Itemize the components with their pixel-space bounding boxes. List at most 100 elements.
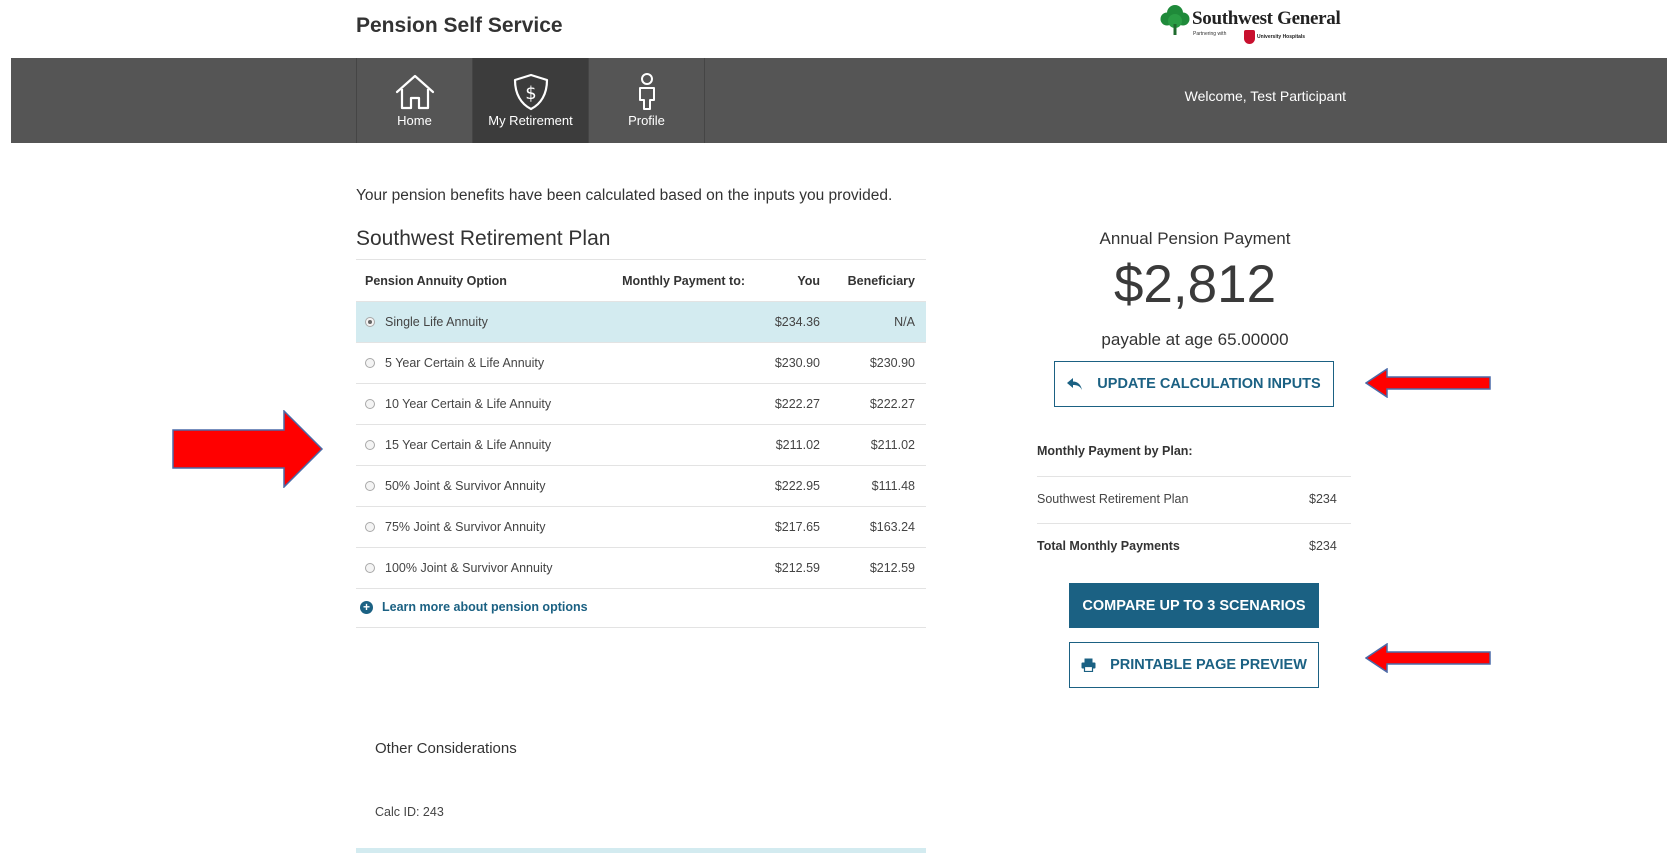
- logo-partner-text: Partnering with: [1193, 31, 1227, 37]
- beneficiary-cell: $212.59: [831, 547, 926, 589]
- option-cell[interactable]: Single Life Annuity: [356, 301, 593, 343]
- beneficiary-cell: $230.90: [831, 342, 926, 384]
- empty-cell: [592, 506, 756, 548]
- divider: [1037, 476, 1351, 477]
- nav-home-label: Home: [397, 113, 432, 128]
- plan-title: Southwest Retirement Plan: [356, 227, 611, 250]
- option-cell[interactable]: 5 Year Certain & Life Annuity: [356, 342, 593, 384]
- option-label: 75% Joint & Survivor Annuity: [385, 520, 546, 534]
- nav-my-retirement[interactable]: $ My Retirement: [472, 58, 588, 143]
- svg-text:$: $: [525, 83, 536, 104]
- table-row[interactable]: 5 Year Certain & Life Annuity $230.90 $2…: [356, 342, 926, 384]
- nav-profile[interactable]: Profile: [588, 58, 705, 143]
- nav-home[interactable]: Home: [356, 58, 472, 143]
- learn-more-label: Learn more about pension options: [382, 600, 588, 614]
- option-cell[interactable]: 10 Year Certain & Life Annuity: [356, 383, 593, 425]
- plan-row-value: $234: [1309, 492, 1337, 506]
- southwest-general-logo: Southwest General Partnering with Univer…: [1160, 4, 1350, 48]
- annuity-options-table: Pension Annuity Option Monthly Payment t…: [356, 259, 926, 589]
- option-label: 5 Year Certain & Life Annuity: [385, 356, 545, 370]
- you-cell: $230.90: [756, 342, 831, 384]
- annual-payment-label: Annual Pension Payment: [1099, 229, 1291, 248]
- radio-button[interactable]: [365, 522, 375, 532]
- update-button-label: UPDATE CALCULATION INPUTS: [1097, 376, 1321, 392]
- learn-more-link[interactable]: + Learn more about pension options: [360, 600, 588, 614]
- divider: [356, 627, 926, 628]
- printable-page-preview-button[interactable]: PRINTABLE PAGE PREVIEW: [1069, 642, 1319, 688]
- option-label: 50% Joint & Survivor Annuity: [385, 479, 546, 493]
- option-label: 10 Year Certain & Life Annuity: [385, 397, 552, 411]
- compare-scenarios-button[interactable]: COMPARE UP TO 3 SCENARIOS: [1069, 583, 1319, 628]
- option-cell[interactable]: 50% Joint & Survivor Annuity: [356, 465, 593, 507]
- printer-icon: [1081, 658, 1096, 672]
- option-label: 100% Joint & Survivor Annuity: [385, 561, 553, 575]
- radio-button[interactable]: [365, 563, 375, 573]
- nav-my-retirement-label: My Retirement: [488, 113, 573, 128]
- tree-logo-icon: [1160, 5, 1190, 35]
- table-row[interactable]: 75% Joint & Survivor Annuity $217.65 $16…: [356, 506, 926, 548]
- you-cell: $222.95: [756, 465, 831, 507]
- nav-profile-label: Profile: [628, 113, 665, 128]
- header-you: You: [756, 259, 831, 302]
- annotation-arrow-left-icon: [1365, 368, 1491, 398]
- you-cell: $222.27: [756, 383, 831, 425]
- calc-id: Calc ID: 243: [375, 805, 444, 819]
- beneficiary-cell: $211.02: [831, 424, 926, 466]
- reply-arrow-icon: [1067, 378, 1083, 390]
- divider: [1037, 523, 1351, 524]
- plan-row-name: Southwest Retirement Plan: [1037, 492, 1189, 506]
- option-cell[interactable]: 15 Year Certain & Life Annuity: [356, 424, 593, 466]
- logo-name: Southwest General: [1192, 8, 1341, 29]
- table-row[interactable]: 15 Year Certain & Life Annuity $211.02 $…: [356, 424, 926, 466]
- uh-logo-text: University Hospitals: [1257, 34, 1306, 40]
- update-calculation-inputs-button[interactable]: UPDATE CALCULATION INPUTS: [1054, 361, 1334, 407]
- intro-text: Your pension benefits have been calculat…: [356, 187, 893, 204]
- option-cell[interactable]: 100% Joint & Survivor Annuity: [356, 547, 593, 589]
- beneficiary-cell: N/A: [831, 301, 926, 343]
- annotation-arrow-right-icon: [172, 410, 324, 488]
- option-label: Single Life Annuity: [385, 315, 488, 329]
- person-icon: [639, 73, 655, 110]
- payable-age: payable at age 65.00000: [1101, 330, 1289, 349]
- uh-shield-icon: [1244, 30, 1255, 44]
- table-row[interactable]: 100% Joint & Survivor Annuity $212.59 $2…: [356, 547, 926, 589]
- total-monthly-value: $234: [1309, 539, 1337, 553]
- radio-button[interactable]: [365, 440, 375, 450]
- other-considerations-title: Other Considerations: [375, 740, 517, 757]
- beneficiary-cell: $111.48: [831, 465, 926, 507]
- shield-dollar-icon: $: [513, 73, 549, 111]
- header-beneficiary: Beneficiary: [831, 259, 926, 302]
- empty-cell: [592, 342, 756, 384]
- radio-button[interactable]: [365, 481, 375, 491]
- bottom-highlight-strip: [356, 848, 926, 853]
- annotation-arrow-left-icon: [1365, 643, 1491, 673]
- app-title: Pension Self Service: [356, 14, 563, 37]
- radio-button[interactable]: [365, 399, 375, 409]
- radio-button[interactable]: [365, 317, 375, 327]
- home-icon: [395, 74, 435, 110]
- print-button-label: PRINTABLE PAGE PREVIEW: [1110, 657, 1307, 673]
- empty-cell: [592, 424, 756, 466]
- beneficiary-cell: $222.27: [831, 383, 926, 425]
- you-cell: $212.59: [756, 547, 831, 589]
- table-row[interactable]: 50% Joint & Survivor Annuity $222.95 $11…: [356, 465, 926, 507]
- option-cell[interactable]: 75% Joint & Survivor Annuity: [356, 506, 593, 548]
- option-label: 15 Year Certain & Life Annuity: [385, 438, 552, 452]
- table-header-row: Pension Annuity Option Monthly Payment t…: [356, 259, 926, 302]
- you-cell: $234.36: [756, 301, 831, 343]
- university-hospitals-logo: University Hospitals: [1244, 30, 1305, 44]
- header-monthly: Monthly Payment to:: [592, 259, 756, 302]
- you-cell: $217.65: [756, 506, 831, 548]
- radio-button[interactable]: [365, 358, 375, 368]
- monthly-by-plan-title: Monthly Payment by Plan:: [1037, 444, 1193, 458]
- empty-cell: [592, 547, 756, 589]
- main-navbar: Home $ My Retirement Profile: [11, 58, 1667, 143]
- beneficiary-cell: $163.24: [831, 506, 926, 548]
- you-cell: $211.02: [756, 424, 831, 466]
- total-monthly-label: Total Monthly Payments: [1037, 539, 1180, 553]
- header-option: Pension Annuity Option: [356, 259, 593, 302]
- table-row[interactable]: 10 Year Certain & Life Annuity $222.27 $…: [356, 383, 926, 425]
- empty-cell: [592, 383, 756, 425]
- table-row[interactable]: Single Life Annuity $234.36 N/A: [356, 301, 926, 343]
- plus-circle-icon: +: [360, 600, 373, 614]
